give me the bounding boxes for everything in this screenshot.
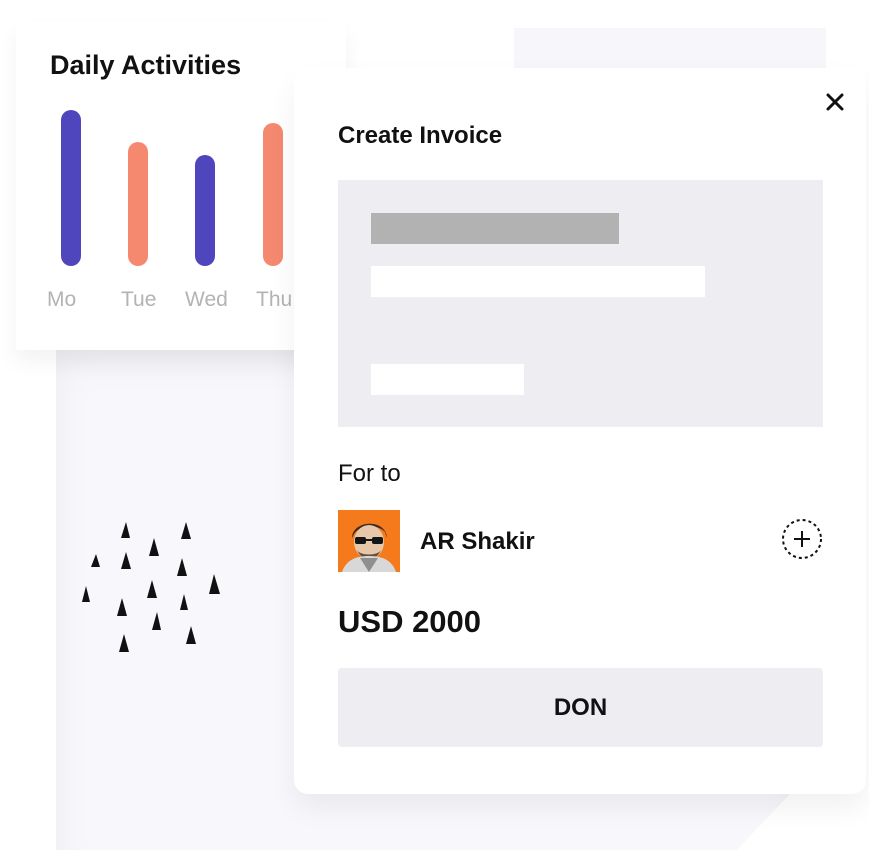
activity-bar-thu [263, 123, 283, 266]
day-label-tue: Tue [121, 288, 157, 311]
recipient-name: AR Shakir [420, 528, 535, 555]
add-circle-icon [782, 519, 822, 559]
close-icon [826, 93, 844, 111]
close-button[interactable] [823, 90, 847, 114]
activity-bar-tue [128, 142, 148, 266]
background-strip [514, 28, 826, 69]
done-button[interactable]: DON [338, 668, 823, 747]
invoice-amount: USD 2000 [338, 604, 482, 639]
activity-bar-mo [61, 110, 81, 266]
activity-bar-wed [195, 155, 215, 266]
create-invoice-panel: Create Invoice For to AR Shakir USD 2000… [294, 68, 866, 794]
day-label-wed: Wed [185, 288, 228, 311]
for-to-label: For to [338, 460, 401, 487]
day-label-mo: Mo [47, 288, 77, 311]
avatar [338, 510, 400, 572]
invoice-short-field[interactable] [371, 364, 524, 395]
form-heading-placeholder [371, 213, 619, 244]
invoice-title: Create Invoice [338, 122, 503, 149]
daily-activities-title: Daily Activities [50, 50, 242, 80]
dots-pattern-icon [82, 522, 220, 652]
invoice-form [338, 180, 823, 427]
user-avatar-icon [338, 510, 400, 572]
invoice-input-field[interactable] [371, 266, 705, 297]
day-label-thu: Thu [256, 288, 293, 311]
add-recipient-button[interactable] [781, 518, 823, 560]
